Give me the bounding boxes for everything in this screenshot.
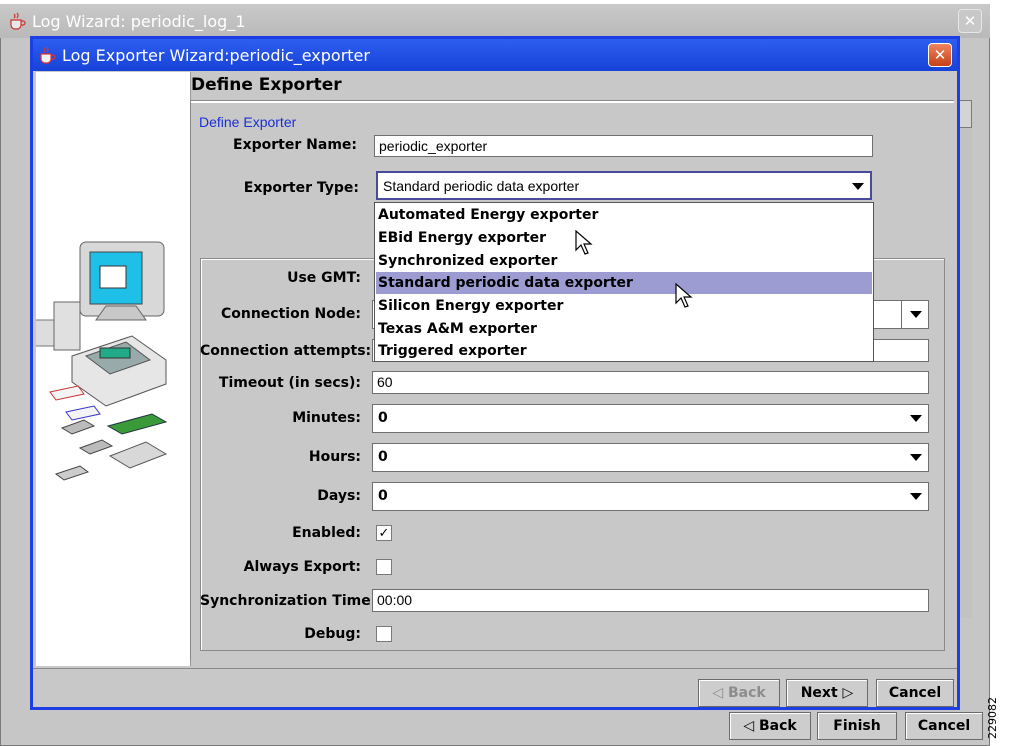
timeout-input[interactable]: 60 (372, 371, 929, 394)
exporter-name-input[interactable]: periodic_exporter (374, 135, 873, 157)
exporter-type-dropdown-list: Automated Energy exporter EBid Energy ex… (374, 202, 874, 362)
heading-divider (190, 100, 954, 103)
chevron-down-icon[interactable] (910, 415, 922, 422)
dropdown-option-silicon-energy[interactable]: Silicon Energy exporter (376, 295, 872, 317)
exporter-wizard-close-icon[interactable]: ✕ (928, 43, 952, 67)
exporter-name-label: Exporter Name: (233, 137, 357, 153)
debug-label: Debug: (304, 626, 361, 642)
dropdown-option-texas-am[interactable]: Texas A&M exporter (376, 318, 872, 340)
debug-checkbox[interactable] (376, 626, 392, 642)
enabled-label: Enabled: (292, 525, 361, 541)
dropdown-option-standard-periodic[interactable]: Standard periodic data exporter (376, 272, 872, 294)
exporter-cancel-button[interactable]: Cancel (876, 679, 954, 707)
wizard-illustration-panel (25, 72, 191, 666)
java-cup-icon (40, 46, 56, 64)
chevron-down-icon[interactable] (910, 493, 922, 500)
hours-value: 0 (378, 449, 388, 465)
days-select[interactable]: 0 (372, 482, 929, 511)
exporter-wizard-title: Log Exporter Wizard:periodic_exporter (62, 46, 370, 65)
timeout-label: Timeout (in secs): (218, 375, 361, 391)
exporter-next-button[interactable]: Next ▷ (786, 679, 868, 707)
minutes-value: 0 (378, 410, 388, 426)
always-export-label: Always Export: (243, 559, 361, 575)
log-wizard-finish-button[interactable]: Finish (817, 712, 897, 740)
dropdown-option-synchronized[interactable]: Synchronized exporter (376, 250, 872, 272)
mouse-pointer-icon (575, 230, 593, 255)
exporter-type-select[interactable]: Standard periodic data exporter (376, 171, 872, 200)
dropdown-option-ebid-energy[interactable]: EBid Energy exporter (376, 227, 872, 249)
chevron-down-icon[interactable] (852, 183, 864, 190)
page-heading: Define Exporter (191, 75, 342, 95)
section-title: Define Exporter (199, 114, 297, 130)
checkmark-icon: ✓ (378, 525, 390, 540)
dropdown-option-triggered[interactable]: Triggered exporter (376, 340, 872, 362)
mouse-pointer-icon (675, 283, 693, 308)
sync-time-label: Synchronization Time: (200, 593, 377, 609)
log-wizard-title: Log Wizard: periodic_log_1 (32, 12, 246, 31)
minutes-select[interactable]: 0 (372, 404, 929, 433)
exporter-back-button[interactable]: ◁ Back (698, 679, 780, 707)
always-export-checkbox[interactable] (376, 559, 392, 575)
exporter-type-label: Exporter Type: (243, 180, 359, 196)
computer-hardware-illustration (25, 241, 168, 481)
chevron-down-icon[interactable] (910, 454, 922, 461)
hours-label: Hours: (308, 449, 361, 465)
log-wizard-close-icon[interactable]: ✕ (958, 9, 982, 33)
dropdown-option-automated-energy[interactable]: Automated Energy exporter (376, 204, 872, 226)
sync-time-input[interactable]: 00:00 (372, 589, 929, 612)
use-gmt-label: Use GMT: (287, 270, 361, 286)
connection-attempts-label: Connection attempts: (200, 343, 372, 359)
log-wizard-back-button[interactable]: ◁ Back (729, 712, 811, 740)
hours-select[interactable]: 0 (372, 443, 929, 472)
java-cup-icon (10, 12, 26, 30)
dialog-button-divider (33, 668, 957, 669)
connection-node-divider (901, 301, 902, 328)
log-wizard-cancel-button[interactable]: Cancel (905, 712, 983, 740)
chevron-down-icon[interactable] (910, 311, 922, 318)
days-value: 0 (378, 488, 388, 504)
minutes-label: Minutes: (292, 410, 361, 426)
panel-divider (190, 100, 191, 660)
connection-node-label: Connection Node: (220, 306, 361, 322)
enabled-checkbox[interactable]: ✓ (376, 525, 392, 541)
figure-number: 229082 (986, 697, 999, 739)
exporter-type-value: Standard periodic data exporter (383, 178, 580, 194)
days-label: Days: (317, 488, 361, 504)
